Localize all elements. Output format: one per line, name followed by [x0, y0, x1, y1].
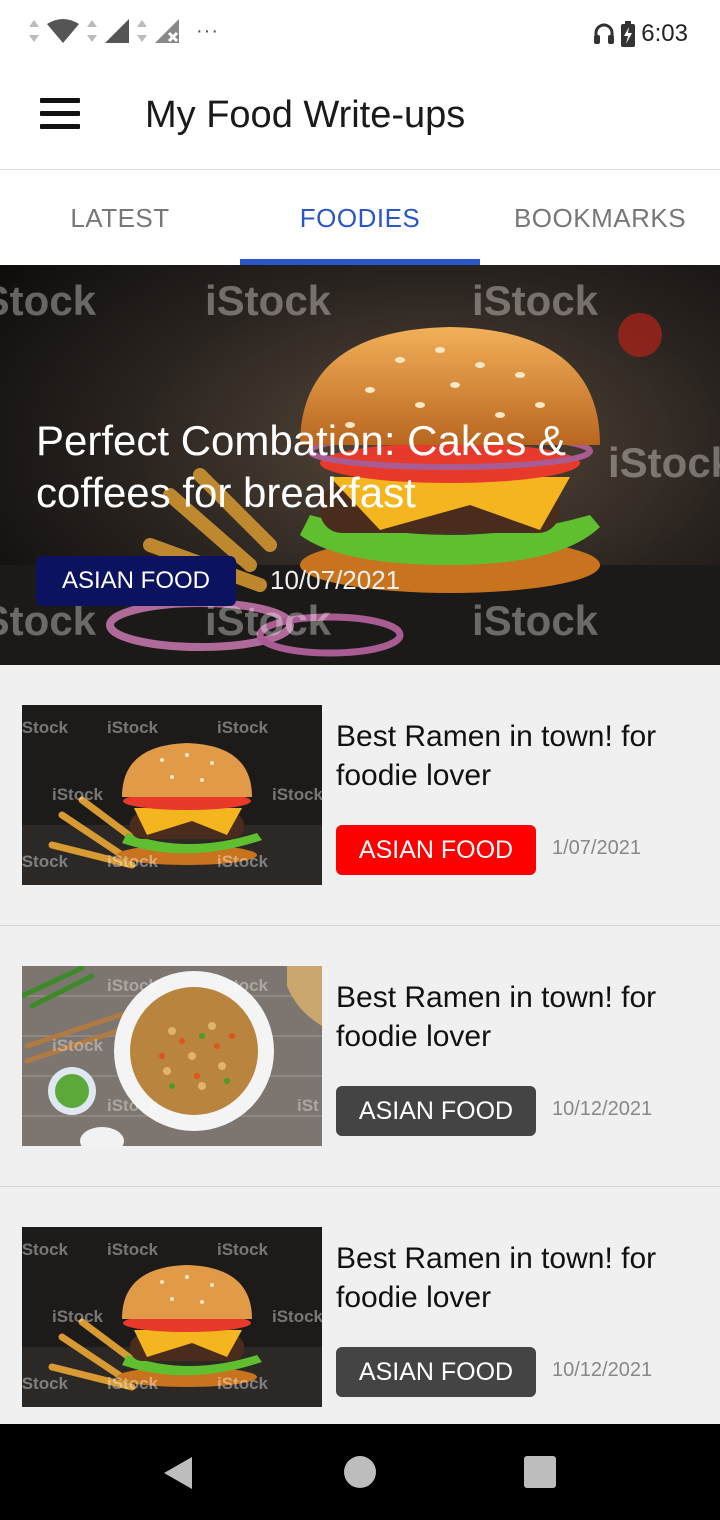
featured-article-date: 10/07/2021 [270, 565, 401, 595]
svg-text:iStock: iStock [472, 597, 599, 644]
svg-text:iStock: iStock [52, 785, 104, 804]
article-title: Best Ramen in town! for foodie lover [336, 720, 657, 792]
data-arrows-icon [137, 20, 147, 42]
home-icon[interactable] [344, 1456, 376, 1488]
app-bar: My Food Write-ups [0, 64, 720, 170]
article-list: iStock iStock iStock iStock iStock iStock iSto… [0, 665, 720, 1425]
svg-text:iStock: iStock [217, 976, 269, 995]
hamburger-menu-icon[interactable] [40, 98, 80, 132]
svg-text:iStock: iStock [107, 852, 159, 871]
status-icons-left: ··· [28, 14, 219, 48]
svg-text:iStock: iStock [52, 1307, 104, 1326]
data-arrows-icon [87, 20, 97, 42]
category-badge[interactable]: ASIAN FOOD [336, 1347, 536, 1397]
svg-text:iStock: iStock [22, 852, 69, 871]
article-date: 1/07/2021 [552, 837, 641, 859]
page-title: My Food Write-ups [145, 94, 466, 136]
status-icons-right: 6:03 [593, 14, 688, 54]
article-thumbnail-fried-rice: iStock iStock iStock iStock iSt [22, 966, 322, 1146]
svg-text:iStock: iStock [107, 718, 159, 737]
svg-text:iStock: iStock [107, 1096, 159, 1115]
signal-icon [105, 19, 129, 43]
svg-text:iStock: iStock [107, 976, 159, 995]
article-thumbnail-burger: iStock iStock iStock iStock iStock iStock iSto… [22, 705, 322, 885]
signal-no-service-icon [155, 19, 179, 43]
category-badge[interactable]: ASIAN FOOD [336, 825, 536, 875]
svg-text:iStock: iStock [52, 1036, 104, 1055]
tab-bookmarks[interactable]: BOOKMARKS [480, 171, 720, 265]
svg-text:iStock: iStock [22, 1374, 69, 1393]
svg-text:iStock: iStock [22, 1240, 69, 1259]
svg-text:iStock: iStock [217, 718, 269, 737]
svg-text:iStock: iStock [272, 785, 322, 804]
list-item[interactable]: iStock iStock iStock iStock iStock iStock iSto… [0, 665, 720, 926]
status-bar: ··· 6:03 [0, 0, 720, 64]
svg-text:iStock: iStock [217, 852, 269, 871]
back-icon[interactable] [162, 1456, 194, 1490]
svg-text:iStock: iStock [472, 277, 599, 324]
clock: 6:03 [641, 20, 688, 47]
more-notifications: ··· [196, 19, 219, 42]
battery-charging-icon [621, 21, 636, 47]
article-title: Best Ramen in town! for foodie lover [336, 1242, 657, 1314]
tab-bar: LATEST FOODIES BOOKMARKS [0, 171, 720, 265]
list-item[interactable]: iStock iStock iStock iStock iStock iStock iSto… [0, 1187, 720, 1425]
featured-article-card[interactable]: iStock iStock iStock iStock iStock iStoc… [0, 265, 720, 665]
data-arrows-icon [29, 20, 39, 42]
tab-latest[interactable]: LATEST [0, 171, 240, 265]
svg-text:iStock: iStock [107, 1374, 159, 1393]
category-badge[interactable]: ASIAN FOOD [336, 1086, 536, 1136]
recents-icon[interactable] [524, 1456, 556, 1488]
article-date: 10/12/2021 [552, 1098, 653, 1120]
svg-text:iStock: iStock [107, 1240, 159, 1259]
svg-text:iStock: iStock [205, 277, 332, 324]
article-title: Best Ramen in town! for foodie lover [336, 981, 657, 1053]
svg-text:iStock: iStock [217, 1374, 269, 1393]
headset-icon [594, 23, 615, 44]
wifi-icon [47, 19, 79, 43]
article-date: 10/12/2021 [552, 1359, 653, 1381]
svg-text:iStock: iStock [0, 277, 97, 324]
svg-text:iSt: iSt [297, 1096, 319, 1115]
article-thumbnail-burger: iStock iStock iStock iStock iStock iStock iSto… [22, 1227, 322, 1407]
svg-text:iStock: iStock [22, 718, 69, 737]
svg-text:iStock: iStock [272, 1307, 322, 1326]
svg-text:iStock: iStock [217, 1240, 269, 1259]
list-item[interactable]: iStock iStock iStock iStock iSt Best Ramen i… [0, 926, 720, 1187]
featured-article-title: Perfect Combation: Cakes & coffees for b… [36, 417, 566, 516]
tab-foodies[interactable]: FOODIES [240, 171, 480, 265]
featured-category-badge[interactable]: ASIAN FOOD [36, 556, 236, 606]
system-navigation-bar [0, 1424, 720, 1520]
